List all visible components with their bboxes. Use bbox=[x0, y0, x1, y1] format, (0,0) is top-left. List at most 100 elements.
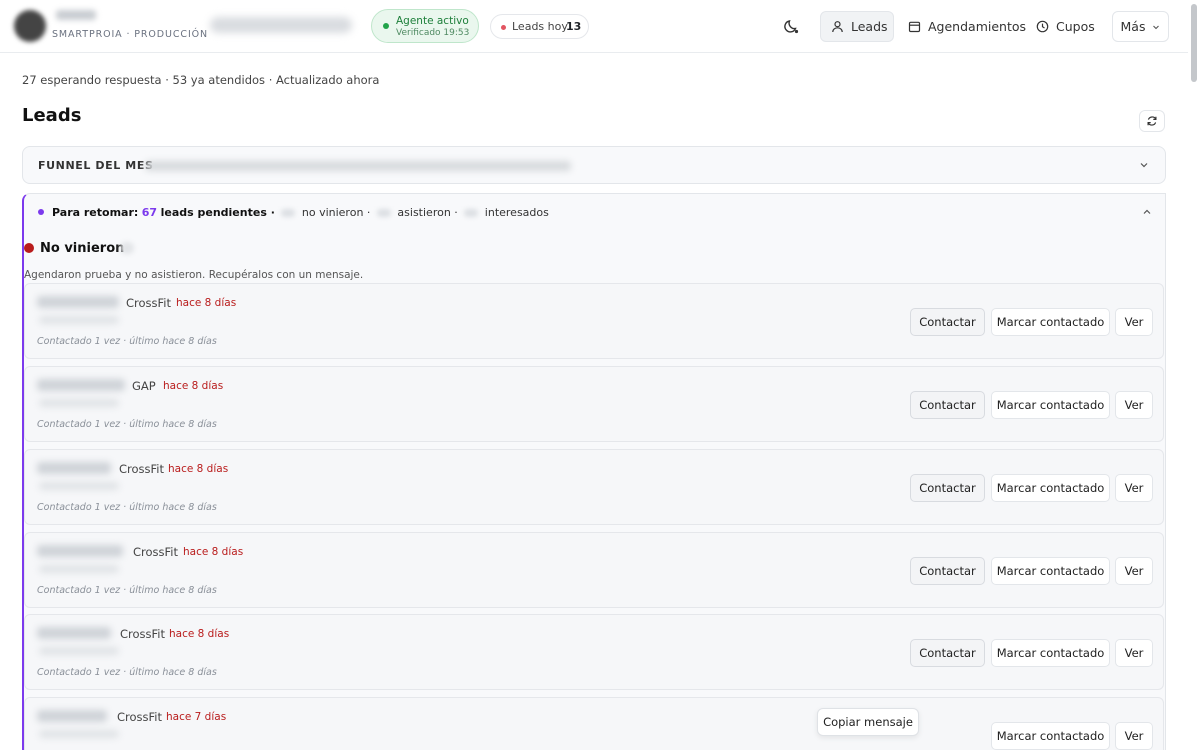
funnel-summary bbox=[145, 161, 571, 171]
lead-class-type: CrossFit bbox=[119, 462, 165, 476]
lead-contact-history: Contactado 1 vez · último hace 8 días bbox=[37, 502, 217, 513]
mark-contacted-button[interactable]: Marcar contactado bbox=[991, 474, 1110, 502]
view-button[interactable]: Ver bbox=[1115, 391, 1153, 419]
agent-status-badge[interactable]: Agente activo Verificado 19:53 bbox=[371, 9, 479, 43]
nav-leads[interactable]: Leads bbox=[820, 11, 894, 42]
leads-today-badge[interactable]: Leads hoy 13 bbox=[490, 14, 589, 39]
nav-more-dropdown[interactable]: Más bbox=[1112, 11, 1169, 42]
mark-contacted-button[interactable]: Marcar contactado bbox=[991, 308, 1110, 336]
moon-icon[interactable] bbox=[783, 17, 801, 35]
contact-button[interactable]: Contactar bbox=[910, 639, 985, 667]
view-button[interactable]: Ver bbox=[1115, 722, 1153, 750]
view-button[interactable]: Ver bbox=[1115, 308, 1153, 336]
chevron-down-icon[interactable] bbox=[1138, 159, 1150, 171]
user-icon bbox=[832, 21, 843, 33]
refresh-button[interactable] bbox=[1139, 110, 1165, 132]
refresh-icon bbox=[1147, 116, 1157, 126]
lead-card[interactable]: CrossFit hace 8 días Contactado 1 vez · úl… bbox=[24, 614, 1164, 690]
lead-name bbox=[37, 627, 111, 639]
leads-summary: 27 esperando respuesta · 53 ya atendidos… bbox=[22, 73, 380, 87]
retomar-pending: leads pendientes · bbox=[160, 206, 275, 219]
contact-button[interactable]: Contactar bbox=[910, 557, 985, 585]
contact-button[interactable]: Contactar bbox=[910, 474, 985, 502]
leads-today-label: Leads hoy bbox=[512, 20, 568, 33]
lead-card[interactable]: CrossFit hace 7 días Marcar contactado Ver bbox=[24, 697, 1164, 750]
lead-card[interactable]: CrossFit hace 8 días Contactado 1 vez · úl… bbox=[24, 283, 1164, 359]
lead-age: hace 8 días bbox=[163, 380, 224, 392]
lead-card[interactable]: CrossFit hace 8 días Contactado 1 vez · úl… bbox=[24, 449, 1164, 525]
agent-status-title: Agente activo bbox=[396, 15, 469, 27]
scrollbar[interactable] bbox=[1191, 4, 1197, 82]
agent-status-subtitle: Verificado 19:53 bbox=[396, 28, 470, 38]
nav-agendamientos[interactable]: Agendamientos bbox=[898, 11, 1026, 42]
retomar-asistieron: asistieron · bbox=[397, 206, 458, 219]
chevron-down-icon bbox=[1153, 25, 1160, 29]
redacted-count bbox=[376, 209, 391, 217]
lead-class-type: CrossFit bbox=[126, 296, 172, 310]
view-button[interactable]: Ver bbox=[1115, 557, 1153, 585]
lead-age: hace 7 días bbox=[166, 711, 227, 723]
funnel-label: FUNNEL DEL MES bbox=[38, 159, 154, 172]
nav-leads-label: Leads bbox=[851, 19, 888, 34]
avatar bbox=[14, 10, 46, 42]
lead-contact-history: Contactado 1 vez · último hace 8 días bbox=[37, 419, 217, 430]
leads-today-dot bbox=[501, 25, 506, 30]
account-selector[interactable] bbox=[210, 17, 352, 33]
agent-status-dot bbox=[383, 23, 389, 29]
lead-age: hace 8 días bbox=[169, 628, 230, 640]
lead-class-type: GAP bbox=[132, 379, 156, 393]
mark-contacted-button[interactable]: Marcar contactado bbox=[991, 722, 1110, 750]
brand-subtitle: SMARTPROIA · PRODUCCIÓN bbox=[52, 29, 209, 40]
lead-class-type: CrossFit bbox=[120, 627, 166, 641]
lead-name bbox=[37, 296, 119, 308]
redacted-count bbox=[281, 209, 296, 217]
lead-contact-history: Contactado 1 vez · último hace 8 días bbox=[37, 667, 217, 678]
retomar-interesados: interesados bbox=[484, 206, 549, 219]
page-title: Leads bbox=[22, 105, 82, 126]
calendar-icon bbox=[908, 21, 921, 33]
nav-more-label: Más bbox=[1120, 19, 1146, 34]
mark-contacted-button[interactable]: Marcar contactado bbox=[991, 391, 1110, 419]
retomar-count: 67 bbox=[141, 206, 158, 219]
section-title: No vinieron bbox=[40, 241, 125, 256]
contact-button[interactable]: Contactar bbox=[910, 308, 985, 336]
lead-name bbox=[37, 462, 111, 474]
funnel-panel[interactable]: FUNNEL DEL MES bbox=[22, 146, 1166, 184]
view-button[interactable]: Ver bbox=[1115, 639, 1153, 667]
nav-cupos[interactable]: Cupos bbox=[1026, 11, 1100, 42]
redacted-count bbox=[464, 209, 479, 217]
chevron-up-icon[interactable] bbox=[1141, 206, 1153, 218]
clock-icon bbox=[1036, 20, 1049, 33]
lead-name bbox=[37, 379, 125, 391]
lead-contact-history: Contactado 1 vez · último hace 8 días bbox=[37, 336, 217, 347]
section-description: Agendaron prueba y no asistieron. Recupé… bbox=[24, 269, 364, 281]
lead-card[interactable]: GAP hace 8 días Contactado 1 vez · último … bbox=[24, 366, 1164, 442]
lead-age: hace 8 días bbox=[176, 297, 237, 309]
lead-phone bbox=[39, 316, 119, 324]
lead-contact-history: Contactado 1 vez · último hace 8 días bbox=[37, 585, 217, 596]
section-count bbox=[120, 242, 134, 254]
lead-class-type: CrossFit bbox=[133, 545, 179, 559]
contact-button[interactable]: Contactar bbox=[910, 391, 985, 419]
view-button[interactable]: Ver bbox=[1115, 474, 1153, 502]
lead-class-type: CrossFit bbox=[117, 710, 163, 724]
lead-phone bbox=[39, 399, 119, 407]
lead-phone bbox=[39, 730, 119, 738]
lead-age: hace 8 días bbox=[183, 546, 244, 558]
copy-message-button[interactable]: Copiar mensaje bbox=[817, 708, 919, 736]
mark-contacted-button[interactable]: Marcar contactado bbox=[991, 557, 1110, 585]
retomar-prefix: Para retomar: bbox=[52, 206, 139, 219]
lead-name bbox=[37, 710, 107, 722]
lead-card[interactable]: CrossFit hace 8 días Contactado 1 vez · úl… bbox=[24, 532, 1164, 608]
lead-phone bbox=[39, 482, 119, 490]
retomar-dot bbox=[38, 209, 44, 215]
lead-name bbox=[37, 545, 123, 557]
no-vinieron-dot bbox=[24, 243, 34, 253]
leads-today-count: 13 bbox=[566, 20, 582, 33]
mark-contacted-button[interactable]: Marcar contactado bbox=[991, 639, 1110, 667]
lead-age: hace 8 días bbox=[168, 463, 229, 475]
retomar-summary: Para retomar: 67 leads pendientes · no v… bbox=[52, 206, 549, 219]
lead-phone bbox=[39, 647, 119, 655]
retomar-no-vinieron: no vinieron · bbox=[301, 206, 371, 219]
top-bar: SMARTPROIA · PRODUCCIÓN Agente activo Ve… bbox=[0, 0, 1188, 53]
